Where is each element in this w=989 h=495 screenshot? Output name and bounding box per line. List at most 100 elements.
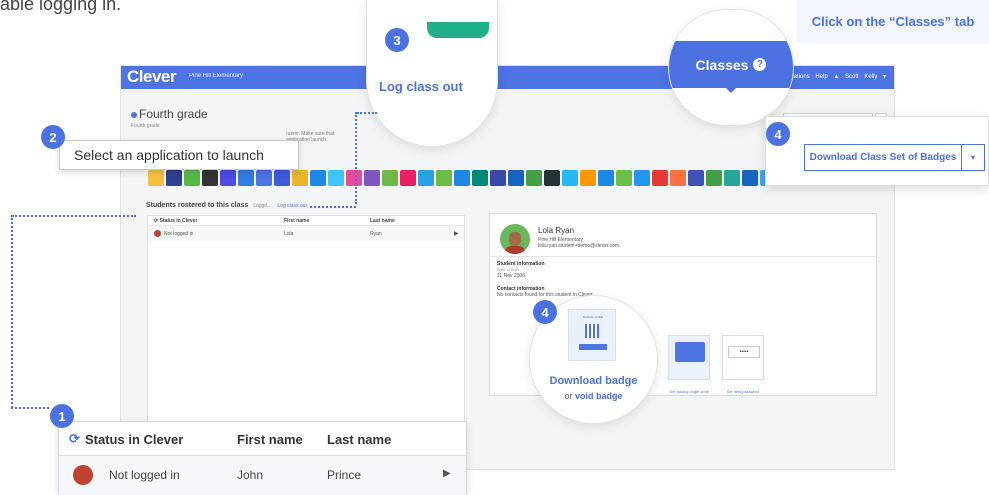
app-tile-icon[interactable] (688, 170, 704, 186)
class-dot-icon (131, 112, 137, 118)
zoom-header-status: Status in Clever (85, 432, 184, 447)
log-class-out-link-small[interactable]: Log class out (277, 203, 306, 209)
help-icon: ? (753, 58, 767, 71)
classes-tab[interactable]: Classes ? (669, 41, 793, 88)
app-tile-icon[interactable] (670, 170, 686, 186)
student-name: Lola Ryan (538, 226, 575, 235)
app-tile-icon[interactable] (238, 170, 254, 186)
app-tile-icon[interactable] (724, 170, 740, 186)
app-tile-icon[interactable] (256, 170, 272, 186)
app-tile-icon[interactable] (706, 170, 722, 186)
app-tile-icon[interactable] (562, 170, 578, 186)
play-icon[interactable]: ▶ (454, 230, 459, 237)
log-class-out-link[interactable]: Log class out (379, 79, 463, 94)
contact-info-section: Contact information No contacts found fo… (497, 286, 593, 298)
step-1-badge: 1 (50, 404, 74, 428)
app-tile-icon[interactable] (598, 170, 614, 186)
clever-logo[interactable]: Clever (127, 67, 176, 87)
connector-1-top (12, 215, 136, 217)
step-4-badge-bottom: 4 (533, 300, 557, 324)
row-first-name: Lola (284, 231, 294, 237)
select-application-callout: Select an application to launch (59, 140, 299, 170)
app-tile-icon[interactable] (202, 170, 218, 186)
app-tile-icon[interactable] (310, 170, 326, 186)
set-password-card[interactable]: ••••• (722, 335, 764, 380)
app-tile-icon[interactable] (346, 170, 362, 186)
connector-1-vertical (11, 215, 13, 408)
app-tile-icon[interactable] (364, 170, 380, 186)
app-tile-icon[interactable] (544, 170, 560, 186)
students-table: ⟳ Status in Clever First name Last name … (147, 215, 465, 441)
caret-down-icon[interactable]: ▾ (961, 144, 985, 171)
zoom-row-last: Prince (327, 468, 362, 482)
app-tile-icon[interactable] (580, 170, 596, 186)
app-tile-icon[interactable] (400, 170, 416, 186)
school-name: Pine Hill Elementary (189, 73, 244, 79)
zoom-header-first: First name (237, 432, 303, 447)
app-tile-icon[interactable] (436, 170, 452, 186)
table-header: ⟳ Status in Clever First name Last name (148, 216, 464, 226)
app-tile-icon[interactable] (454, 170, 470, 186)
app-tile-icon[interactable] (382, 170, 398, 186)
status-table-zoom: ⟳ Status in Clever First name Last name … (58, 421, 467, 495)
app-tile-icon[interactable] (742, 170, 758, 186)
app-tile-icon[interactable] (274, 170, 290, 186)
download-class-set-button[interactable]: Download Class Set of Badges (804, 144, 962, 171)
download-badge-link[interactable]: Download badge (530, 375, 657, 387)
app-tile-icon[interactable] (184, 170, 200, 186)
header-first-name: First name (284, 218, 310, 224)
app-tile-icon[interactable] (652, 170, 668, 186)
app-tile-icon[interactable] (148, 170, 164, 186)
connector-1-bottom (11, 407, 49, 409)
header-status: ⟳ Status in Clever (154, 218, 198, 224)
void-badge-link[interactable]: void badge (575, 391, 623, 401)
student-avatar (500, 224, 530, 254)
top-caption: able logging in. (0, 0, 122, 14)
app-tile-icon[interactable] (508, 170, 524, 186)
magnifier-teal-shape (427, 22, 489, 38)
set-password-label[interactable]: Set new password (713, 389, 773, 394)
app-tile-icon[interactable] (490, 170, 506, 186)
download-class-set-callout: Download Class Set of Badges ▾ (765, 116, 989, 186)
qr-code-icon (585, 324, 599, 338)
students-heading: Students rostered to this class Loggd... L… (146, 202, 307, 209)
connector-3 (357, 112, 377, 114)
void-badge-text: or void badge (564, 391, 623, 401)
step-2-badge: 2 (41, 125, 65, 149)
connector-3-vertical (355, 112, 357, 204)
table-row[interactable]: Not logged in Lola Ryan ▶ (148, 227, 464, 241)
zoom-header-last: Last name (327, 432, 392, 447)
app-tile-icon[interactable] (634, 170, 650, 186)
zoom-row-status: Not logged in (109, 468, 180, 482)
play-icon[interactable]: ▶ (443, 468, 451, 479)
log-class-out-magnifier: Log class out (367, 0, 497, 146)
backup-code-card[interactable] (668, 335, 710, 380)
tab-pointer (724, 86, 738, 93)
app-tile-icon[interactable] (616, 170, 632, 186)
zoom-table-header: ⟳ Status in Clever First name Last name (59, 422, 466, 456)
avatar-icon (73, 465, 93, 485)
panel-divider (490, 256, 876, 257)
class-subtitle: Fourth grade (131, 123, 160, 129)
backup-code-label[interactable]: Get backup login code (659, 389, 719, 394)
app-tile-icon[interactable] (328, 170, 344, 186)
refresh-icon[interactable]: ⟳ (69, 431, 80, 447)
table-row[interactable]: Not logged in John Prince ▶ (59, 456, 466, 495)
app-tile-icon[interactable] (166, 170, 182, 186)
app-tile-icon[interactable] (526, 170, 542, 186)
app-tile-icon[interactable] (472, 170, 488, 186)
badge-preview: BADGE CODE (568, 309, 616, 361)
student-contact: Pine Hill Elementary lola.ryan.student+d… (538, 237, 620, 249)
avatar-icon (154, 230, 161, 237)
nav-links[interactable]: Applications Help ▲ Scott Kelly ▾ (777, 73, 886, 80)
connector-3-bottom (310, 206, 356, 208)
app-tile-icon[interactable] (418, 170, 434, 186)
app-tile-icon[interactable] (292, 170, 308, 186)
step-4-badge-top: 4 (766, 122, 790, 146)
class-title: Fourth grade (131, 107, 208, 121)
app-tile-icon[interactable] (220, 170, 236, 186)
student-info-section: Student information Date of Birth 11 Nov… (497, 261, 545, 279)
step-3-badge: 3 (385, 28, 409, 52)
header-last-name: Last name (370, 218, 395, 224)
zoom-row-first: John (237, 468, 264, 482)
